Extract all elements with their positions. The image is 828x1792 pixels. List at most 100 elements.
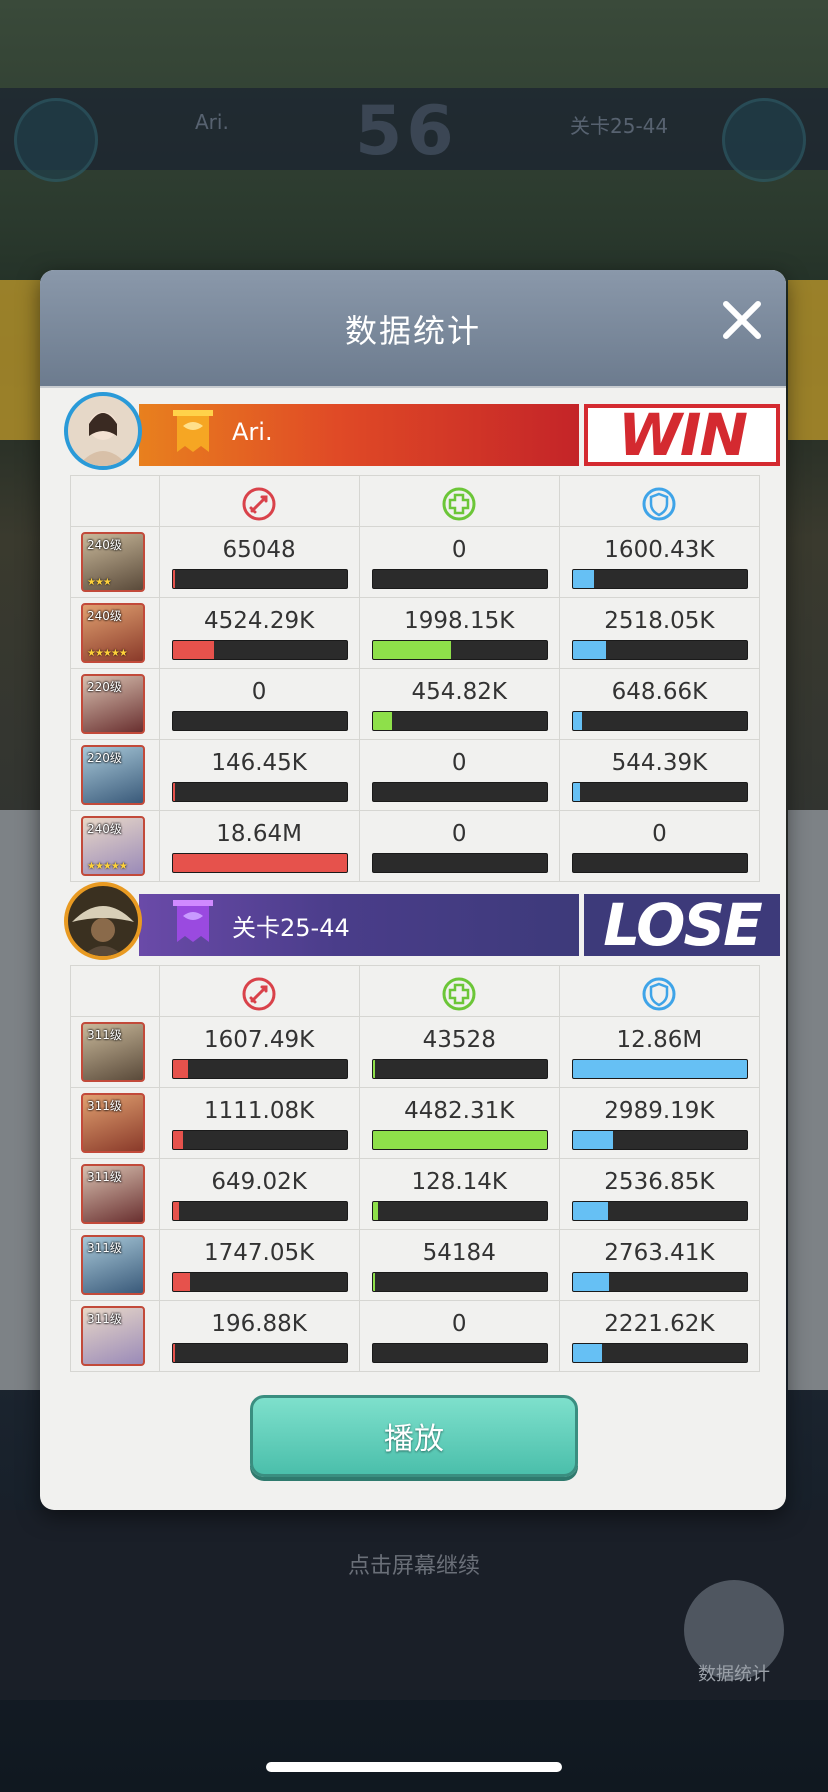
- heal-value: 4482.31K: [404, 1098, 515, 1124]
- shield-bar: [571, 1059, 748, 1079]
- hero-cell: 311级: [70, 1158, 160, 1230]
- damage-bar: [171, 569, 348, 589]
- hero-row: 240级 ★★★ 65048 0 1600.43K: [70, 526, 761, 598]
- shield-cell: 648.66K: [558, 668, 761, 740]
- shield-cell: 544.39K: [558, 739, 761, 811]
- shield-value: 648.66K: [611, 679, 708, 705]
- hero-cell: 311级: [70, 1087, 160, 1159]
- damage-value: 196.88K: [211, 1311, 307, 1337]
- bg-panel: [0, 810, 40, 1390]
- heal-cell: 43528: [358, 1016, 560, 1088]
- play-button[interactable]: 播放: [250, 1395, 578, 1477]
- shield-icon: [642, 977, 676, 1011]
- damage-cell: 4524.29K: [158, 597, 360, 669]
- heal-value: 0: [451, 1311, 467, 1337]
- heal-bar: [371, 569, 548, 589]
- shield-value: 2518.05K: [604, 608, 715, 634]
- hero-level: 240级: [87, 538, 122, 552]
- heal-value: 454.82K: [411, 679, 508, 705]
- hero-portrait[interactable]: 311级: [81, 1022, 145, 1082]
- shield-bar-fill: [572, 1131, 613, 1149]
- damage-cell: 1747.05K: [158, 1229, 360, 1301]
- damage-value: 1607.49K: [204, 1027, 315, 1053]
- hero-stars: ★★★★★: [87, 648, 128, 659]
- shield-bar: [571, 1130, 748, 1150]
- close-icon: [723, 301, 761, 339]
- hero-portrait[interactable]: 311级: [81, 1235, 145, 1295]
- player-stats-table: 240级 ★★★ 65048 0 1600.43K 240级 ★★★★★ 4524.29K 19…: [70, 475, 761, 882]
- left-team-emblem: [14, 98, 98, 182]
- shield-value: 2221.62K: [604, 1311, 715, 1337]
- hero-row: 240级 ★★★★★ 4524.29K 1998.15K 2518.05K: [70, 597, 761, 669]
- header-shield: [558, 965, 761, 1017]
- hero-portrait[interactable]: 311级: [81, 1306, 145, 1366]
- shield-cell: 2536.85K: [558, 1158, 761, 1230]
- damage-bar: [171, 1272, 348, 1292]
- hero-cell: 240级 ★★★★★: [70, 810, 160, 882]
- bg-right-name: 关卡25-44: [570, 114, 669, 138]
- player-name: Ari.: [232, 418, 273, 446]
- stats-header-row: [70, 965, 761, 1017]
- shield-cell: 1600.43K: [558, 526, 761, 598]
- hero-cell: 311级: [70, 1229, 160, 1301]
- heal-bar-fill: [372, 1273, 375, 1291]
- hero-row: 220级 146.45K 0 544.39K: [70, 739, 761, 811]
- heal-cell: 1998.15K: [358, 597, 560, 669]
- hero-portrait[interactable]: 311级: [81, 1093, 145, 1153]
- hero-portrait[interactable]: 220级: [81, 745, 145, 805]
- damage-bar: [171, 711, 348, 731]
- hero-row: 220级 0 454.82K 648.66K: [70, 668, 761, 740]
- bg-decoration: [0, 280, 40, 440]
- hero-row: 311级 196.88K 0 2221.62K: [70, 1300, 761, 1372]
- team-banner-player: Ari. WIN: [64, 392, 782, 470]
- shield-bar-fill: [572, 1273, 610, 1291]
- damage-value: 146.45K: [211, 750, 307, 776]
- close-button[interactable]: [712, 290, 772, 350]
- shield-bar: [571, 711, 748, 731]
- hero-level: 311级: [87, 1170, 122, 1184]
- heal-bar-fill: [372, 1131, 547, 1149]
- bg-decoration: [788, 280, 828, 440]
- damage-cell: 18.64M: [158, 810, 360, 882]
- shield-cell: 2989.19K: [558, 1087, 761, 1159]
- enemy-avatar[interactable]: [64, 882, 142, 960]
- shield-value: 2536.85K: [604, 1169, 715, 1195]
- heal-value: 0: [451, 821, 467, 847]
- shield-bar-fill: [572, 1060, 747, 1078]
- enemy-stats-table: 311级 1607.49K 43528 12.86M 311级 1111.08K 4482.…: [70, 965, 761, 1372]
- heal-cell: 0: [358, 810, 560, 882]
- hero-portrait[interactable]: 220级: [81, 674, 145, 734]
- sword-icon: [242, 487, 276, 521]
- header-damage: [158, 475, 360, 527]
- heal-bar-fill: [372, 1202, 378, 1220]
- damage-value: 4524.29K: [204, 608, 315, 634]
- heal-bar: [371, 853, 548, 873]
- heal-bar: [371, 1130, 548, 1150]
- home-indicator: [266, 1762, 562, 1772]
- heal-icon: [442, 977, 476, 1011]
- battle-score: 56: [355, 92, 458, 171]
- hero-row: 311级 1111.08K 4482.31K 2989.19K: [70, 1087, 761, 1159]
- hero-level: 240级: [87, 609, 122, 623]
- heal-bar: [371, 782, 548, 802]
- damage-bar-fill: [172, 1344, 175, 1362]
- shield-bar: [571, 853, 748, 873]
- damage-bar-fill: [172, 1202, 180, 1220]
- damage-bar: [171, 1130, 348, 1150]
- hero-level: 311级: [87, 1312, 122, 1326]
- hero-cell: 311级: [70, 1300, 160, 1372]
- heal-bar-fill: [372, 1060, 375, 1078]
- player-avatar[interactable]: [64, 392, 142, 470]
- damage-cell: 649.02K: [158, 1158, 360, 1230]
- hero-cell: 220级: [70, 668, 160, 740]
- hero-portrait[interactable]: 311级: [81, 1164, 145, 1224]
- heal-cell: 4482.31K: [358, 1087, 560, 1159]
- damage-bar-fill: [172, 854, 347, 872]
- team-banner-enemy: 关卡25-44 LOSE: [64, 882, 782, 960]
- hero-portrait[interactable]: 240级 ★★★★★: [81, 603, 145, 663]
- hero-portrait[interactable]: 240级 ★★★★★: [81, 816, 145, 876]
- header-cell-empty: [70, 475, 160, 527]
- heal-cell: 54184: [358, 1229, 560, 1301]
- hero-portrait[interactable]: 240级 ★★★: [81, 532, 145, 592]
- damage-value: 0: [251, 679, 267, 705]
